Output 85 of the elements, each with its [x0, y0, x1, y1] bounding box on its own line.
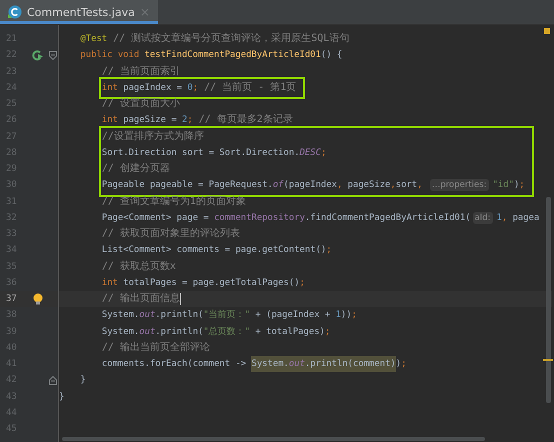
code-comment: // 查询文章编号为1的页面对象 [102, 194, 246, 208]
method-name: testFindCommentPagedByArticleId01 [144, 49, 321, 62]
punctuation: , [390, 179, 396, 192]
static-field: DESC [300, 144, 321, 161]
code-comment: // 当前页面索引 [102, 64, 180, 78]
code-text: .println(comment) [304, 356, 396, 372]
code-text: pageSize = [123, 114, 178, 128]
string-literal: "id" [492, 179, 514, 192]
code-text: ) [514, 179, 520, 192]
string-literal: "当前页：" [203, 308, 250, 322]
keyword: int [102, 114, 119, 128]
scrollbar-thumb[interactable] [62, 437, 485, 441]
annotation: @Test [80, 33, 108, 46]
punctuation: ; [300, 276, 305, 290]
code-comment: // 测试按文章编号分页查询评论，采用原生SQL语句 [112, 32, 350, 46]
punctuation: ; [320, 146, 326, 160]
code-comment: //设置排序方式为降序 [102, 130, 204, 144]
text-cursor [180, 293, 181, 306]
code-text: (pageIndex [284, 179, 337, 192]
code-text: pageSize [348, 179, 390, 192]
code-text: Page<Comment> page = [102, 212, 210, 225]
code-text: totalPages = page.getTotalPages() [123, 276, 300, 290]
punctuation: , [417, 179, 424, 192]
punctuation: ; [187, 114, 193, 128]
warning-marker[interactable] [544, 28, 550, 34]
run-icon[interactable] [32, 50, 44, 61]
code-text: ) [396, 358, 402, 371]
number-literal: 0 [187, 82, 193, 95]
code-text: )) [340, 309, 352, 322]
code-comment: // 获取页面对象里的评论列表 [102, 226, 240, 241]
static-field: of [272, 177, 284, 194]
code-text: List<Comment> comments = page.getContent() [102, 244, 326, 258]
code-comment: // 输出页面信息 [102, 292, 180, 306]
code-text: } [59, 390, 64, 404]
code-comment: // 设置页面大小 [102, 96, 180, 111]
lightbulb-icon[interactable] [33, 293, 43, 306]
code-text: System. [102, 326, 140, 338]
punctuation: , [502, 212, 508, 225]
fold-icon[interactable] [49, 376, 57, 385]
code-text: pageIndex = [123, 82, 184, 95]
code-text: + (pageIndex + [254, 309, 332, 322]
class-icon [8, 5, 22, 19]
code-text: Sort.Direction sort = Sort.Direction. [102, 146, 300, 160]
scrollbar-thumb[interactable] [546, 197, 551, 403]
punctuation: ; [401, 358, 406, 371]
number-literal: 1 [496, 212, 502, 225]
file-tab[interactable]: CommentTests.java × [0, 0, 158, 24]
code-text: Pageable pageable = PageRequest. [102, 179, 273, 192]
parameter-hint: …properties: [430, 179, 489, 192]
line-number: 37 [5, 294, 18, 304]
code-text: () { [320, 49, 342, 62]
number-literal: 1 [336, 309, 341, 322]
code-text: System. [102, 309, 140, 322]
static-field: out [139, 324, 156, 340]
keyword: int [102, 82, 119, 95]
static-field: out [288, 356, 305, 372]
code-text: sort [396, 179, 418, 192]
code-comment: // 获取总页数x [102, 260, 176, 274]
punctuation: , [336, 179, 344, 192]
code-comment: // 输出当前页全部评论 [102, 340, 210, 355]
parameter-hint: aId: [472, 212, 493, 224]
punctuation: ; [324, 326, 330, 338]
punctuation: ; [192, 82, 198, 95]
code-text: pagea [512, 212, 540, 225]
code-text: System. [251, 356, 289, 372]
usage-marker[interactable] [543, 359, 553, 361]
keyword: public void [80, 49, 140, 62]
punctuation: ; [352, 309, 357, 322]
code-text: .findCommentPagedByArticleId01( [304, 212, 471, 225]
fold-icon[interactable] [49, 50, 57, 60]
code-comment: // 当前页 - 第1页 [203, 80, 296, 95]
number-literal: 2 [182, 114, 188, 128]
code-text: } [80, 374, 86, 388]
field-name: commentRepository [214, 212, 305, 225]
code-text: + totalPages) [254, 326, 325, 338]
static-field: out [139, 307, 156, 324]
punctuation: ; [519, 179, 525, 192]
code-text: .println( [155, 309, 204, 322]
keyword: int [102, 276, 119, 290]
code-text: .println( [155, 326, 204, 338]
code-comment: // 每页最多2条记录 [198, 113, 293, 128]
string-literal: "总页数：" [203, 326, 250, 338]
code-comment: // 创建分页器 [102, 162, 170, 176]
code-text: comments.forEach(comment -> [102, 358, 248, 371]
punctuation: ; [326, 244, 332, 258]
